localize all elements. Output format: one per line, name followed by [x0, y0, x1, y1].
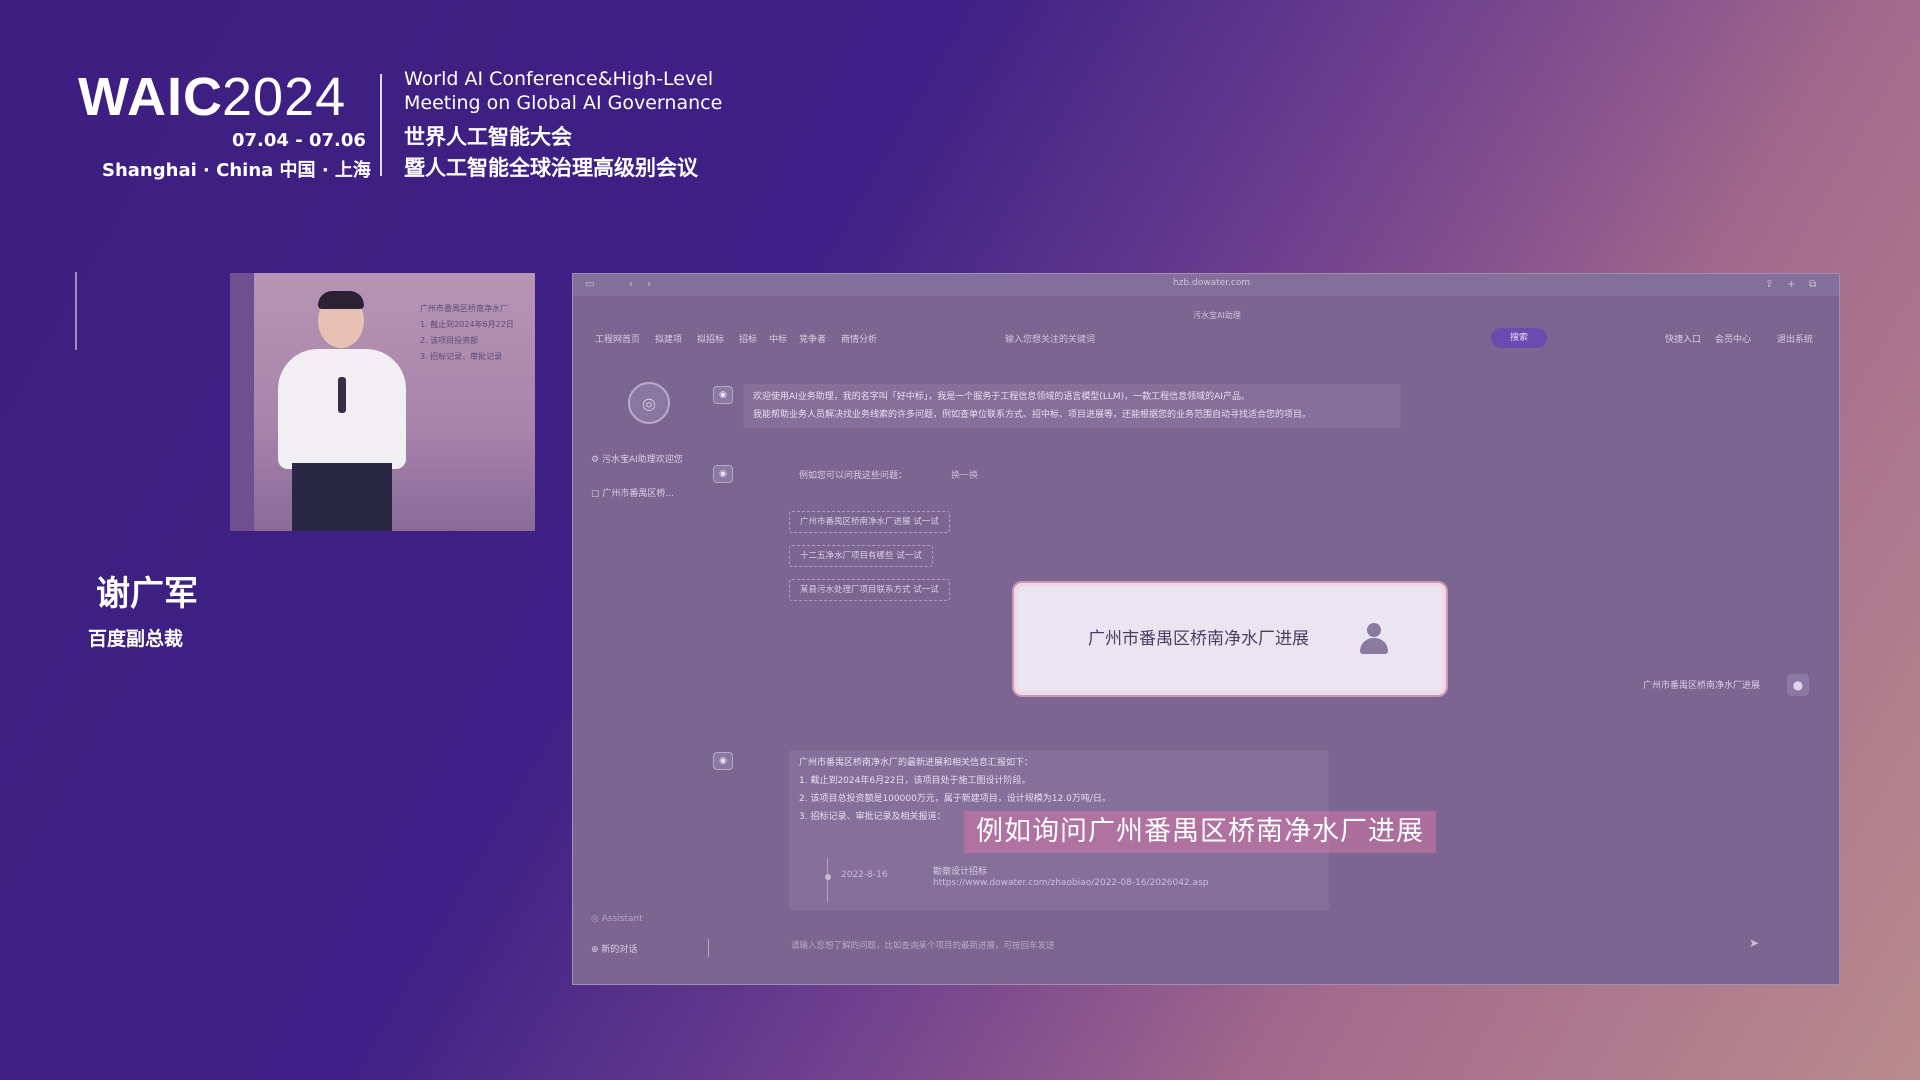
event-dates: 07.04 - 07.06: [232, 130, 366, 151]
site-nav: 工程网首页 拟建项 拟招标 招标 中标 竞争者 商情分析 输入您想关注的关键词 …: [573, 328, 1839, 348]
suggestion-item[interactable]: 广州市番禺区桥南净水厂进展 试一试: [789, 511, 950, 533]
nav-item-competitors[interactable]: 竞争者: [799, 332, 826, 345]
event-name-cn-line1: 世界人工智能大会: [404, 125, 572, 149]
share-icon[interactable]: ⇪: [1765, 279, 1773, 290]
answer-line: 1. 截止到2024年6月22日，该项目处于施工图设计阶段。: [799, 776, 1031, 786]
highlight-user-bubble: 广州市番禺区桥南净水厂进展: [1014, 583, 1446, 695]
timeline-title: 勘察设计招标: [933, 867, 988, 877]
user-icon: [1358, 623, 1390, 657]
search-button[interactable]: 搜索: [1491, 328, 1547, 348]
timeline-link[interactable]: https://www.dowater.com/zhaobiao/2022-08…: [933, 878, 1208, 888]
send-icon[interactable]: ➤: [1749, 936, 1759, 950]
sidebar-history-item[interactable]: ▢ 广州市番禺区桥...: [591, 486, 674, 499]
robot-icon: ◉: [713, 752, 733, 770]
sidebar-history-text: 广州市番禺区桥...: [602, 489, 674, 499]
new-chat-button[interactable]: ⊕ 新的对话: [591, 942, 637, 955]
chat-input[interactable]: 请输入您想了解的问题，比如查询某个项目的最新进展，可按回车发送: [791, 939, 1751, 951]
timeline-date: 2022-8-16: [841, 870, 888, 880]
video-screen-line: 广州市番禺区桥南净水厂: [420, 304, 508, 313]
microphone-icon: [338, 377, 346, 413]
timeline-dot: [825, 874, 831, 880]
event-logo-word: WAIC: [78, 67, 223, 127]
event-logo-year: 2024: [222, 67, 347, 127]
welcome-message: 欢迎使用AI业务助理，我的名字叫「好中标」，我是一个服务于工程信息领域的语言模型…: [743, 384, 1401, 428]
video-screen-line: 1. 截止到2024年6月22日: [420, 320, 514, 329]
suggest-title: 例如您可以问我这些问题：: [799, 471, 908, 481]
event-name-en-line2: Meeting on Global AI Governance: [404, 92, 723, 114]
timeline-line: [827, 858, 828, 902]
speaker-hair: [318, 291, 364, 309]
nav-member-center[interactable]: 会员中心: [1715, 332, 1751, 345]
back-icon[interactable]: ‹: [629, 279, 633, 290]
event-name-cn-line2: 暨人工智能全球治理高级别会议: [404, 156, 698, 180]
new-chat-text: 新的对话: [601, 945, 638, 955]
logo-divider: [380, 74, 382, 176]
robot-icon: ◉: [713, 465, 733, 483]
sidebar-assistant-label[interactable]: ⚙ 污水宝AI助理欢迎您: [591, 452, 683, 465]
welcome-line: 我能帮助业务人员解决找业务线索的许多问题，例如查单位联系方式、招中标、项目进展等…: [753, 410, 1312, 420]
video-background-screen: 广州市番禺区桥南净水厂 1. 截止到2024年6月22日 2. 该项目投资额 3…: [420, 301, 530, 365]
tabs-overview-icon[interactable]: ⧉: [1809, 279, 1816, 290]
suggestion-item[interactable]: 某县污水处理厂项目联系方式 试一试: [789, 579, 950, 601]
nav-item-bid[interactable]: 招标: [739, 332, 757, 345]
speaker-name: 谢广军: [96, 574, 198, 614]
sidebar-footer-text: Assistant: [601, 914, 643, 924]
sidebar-footer-item[interactable]: ◎ Assistant: [591, 914, 643, 924]
user-icon: ●: [1787, 674, 1809, 696]
refresh-suggestions-button[interactable]: 换一换: [951, 468, 978, 481]
sidebar-assistant-text: 污水宝AI助理欢迎您: [601, 455, 683, 465]
nav-item-planned[interactable]: 拟建项: [655, 332, 682, 345]
nav-item-analysis[interactable]: 商情分析: [841, 332, 877, 345]
highlight-bubble-text: 广州市番禺区桥南净水厂进展: [1088, 629, 1309, 649]
new-tab-icon[interactable]: +: [1787, 279, 1795, 290]
sidebar-toggle-icon[interactable]: ▭: [585, 279, 594, 290]
video-screen-line: 3. 招标记录、审批记录: [420, 352, 503, 361]
nav-logout[interactable]: 退出系统: [1777, 332, 1813, 345]
speaker-frame-line: [75, 272, 77, 350]
nav-item-home[interactable]: 工程网首页: [595, 332, 640, 345]
speaker-video-edge: [230, 273, 254, 531]
event-name-en-line1: World AI Conference&High-Level: [404, 68, 714, 90]
answer-line: 2. 该项目总投资额是100000万元，属于新建项目，设计规模为12.0万吨/日…: [799, 794, 1111, 804]
welcome-line: 欢迎使用AI业务助理，我的名字叫「好中标」，我是一个服务于工程信息领域的语言模型…: [753, 392, 1250, 402]
search-input[interactable]: 输入您想关注的关键词: [1005, 332, 1095, 345]
speaker-title: 百度副总裁: [88, 628, 184, 650]
video-screen-line: 2. 该项目投资额: [420, 336, 479, 345]
subtitle-caption: 例如询问广州番禺区桥南净水厂进展: [964, 811, 1436, 853]
robot-icon: ◉: [713, 386, 733, 404]
nav-item-won[interactable]: 中标: [769, 332, 787, 345]
speaker-legs: [292, 463, 392, 531]
robot-icon: ◎: [628, 382, 670, 424]
address-bar[interactable]: hzb.dowater.com: [1173, 278, 1250, 288]
suggestion-item[interactable]: 十二五净水厂项目有哪些 试一试: [789, 545, 933, 567]
answer-line: 广州市番禺区桥南净水厂的最新进展和相关信息汇报如下：: [799, 758, 1034, 768]
forward-icon[interactable]: ›: [647, 279, 651, 290]
nav-item-pre-bid[interactable]: 拟招标: [697, 332, 724, 345]
browser-toolbar: ▭ ‹ › hzb.dowater.com ⇪ + ⧉: [573, 274, 1839, 296]
speaker-video: 广州市番禺区桥南净水厂 1. 截止到2024年6月22日 2. 该项目投资额 3…: [230, 273, 535, 531]
nav-shortcut[interactable]: 快捷入口: [1665, 332, 1701, 345]
event-location: Shanghai · China 中国 · 上海: [102, 160, 371, 181]
user-message: 广州市番禺区桥南净水厂进展: [1643, 681, 1761, 691]
page-tab[interactable]: 污水宝AI助理: [1193, 310, 1241, 321]
sidebar-divider: [708, 939, 709, 957]
